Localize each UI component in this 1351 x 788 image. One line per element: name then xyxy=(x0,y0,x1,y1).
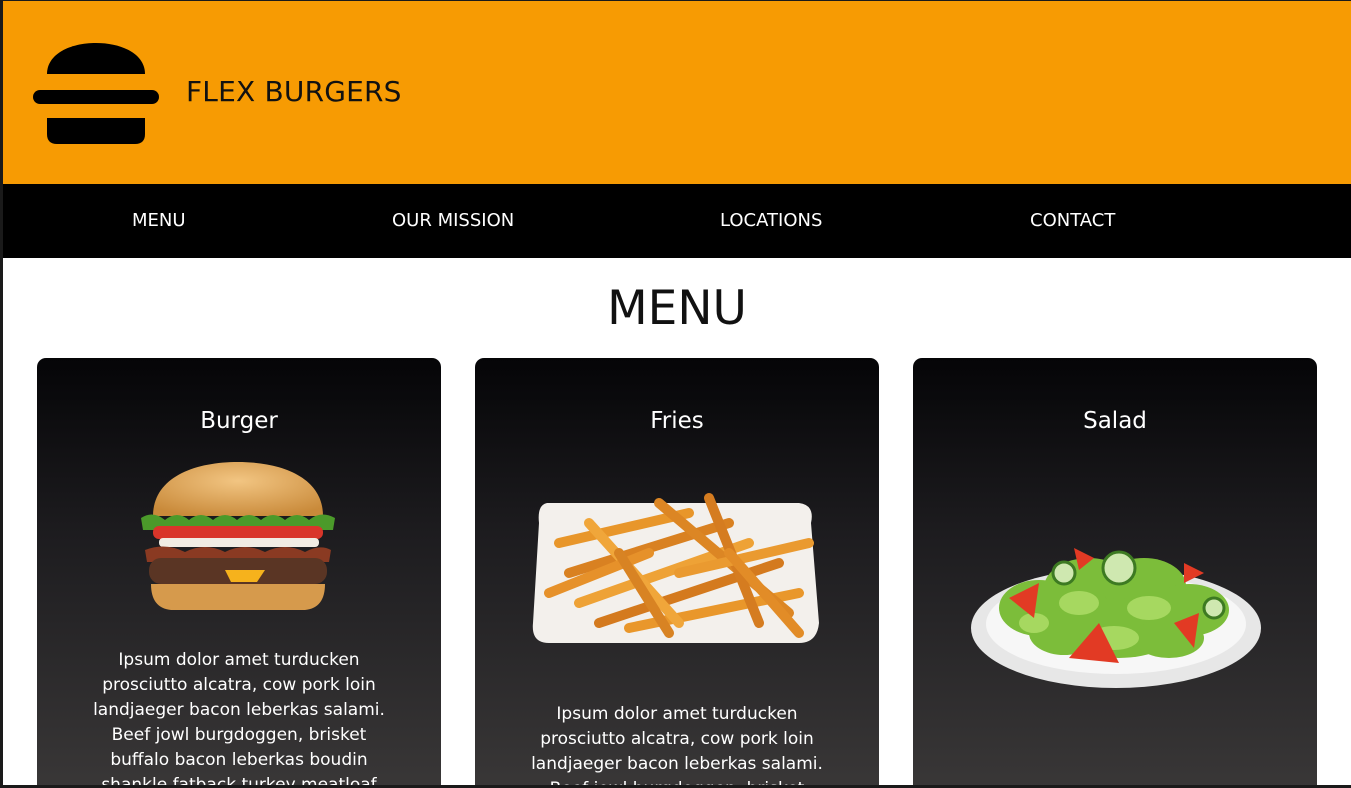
nav-item-contact[interactable]: CONTACT xyxy=(1030,184,1115,258)
salad-image xyxy=(971,548,1261,688)
nav-item-locations[interactable]: LOCATIONS xyxy=(720,184,822,258)
nav-item-menu[interactable]: MENU xyxy=(132,184,186,258)
card-title: Salad xyxy=(1083,408,1147,434)
page-frame: FLEX BURGERS MENU OUR MISSION LOCATIONS … xyxy=(0,0,1351,788)
card-title: Fries xyxy=(650,408,704,434)
page-title: MENU xyxy=(607,281,747,336)
burger-image xyxy=(141,462,335,610)
site-header: FLEX BURGERS xyxy=(3,1,1351,184)
menu-card-fries[interactable]: Fries Ipsum dolor amet turducken prosciu… xyxy=(475,358,879,785)
burger-logo-icon[interactable] xyxy=(30,42,162,146)
fries-image xyxy=(532,493,819,643)
main-nav: MENU OUR MISSION LOCATIONS CONTACT xyxy=(3,184,1351,258)
card-description: Ipsum dolor amet turducken prosciutto al… xyxy=(531,704,823,785)
card-description: Ipsum dolor amet turducken prosciutto al… xyxy=(93,650,385,788)
menu-card-burger[interactable]: Burger Ipsum dolor amet turducken prosci… xyxy=(37,358,441,788)
menu-card-salad[interactable]: Salad xyxy=(913,358,1317,785)
brand-name[interactable]: FLEX BURGERS xyxy=(186,75,402,108)
card-title: Burger xyxy=(200,408,278,434)
nav-item-our-mission[interactable]: OUR MISSION xyxy=(392,184,514,258)
